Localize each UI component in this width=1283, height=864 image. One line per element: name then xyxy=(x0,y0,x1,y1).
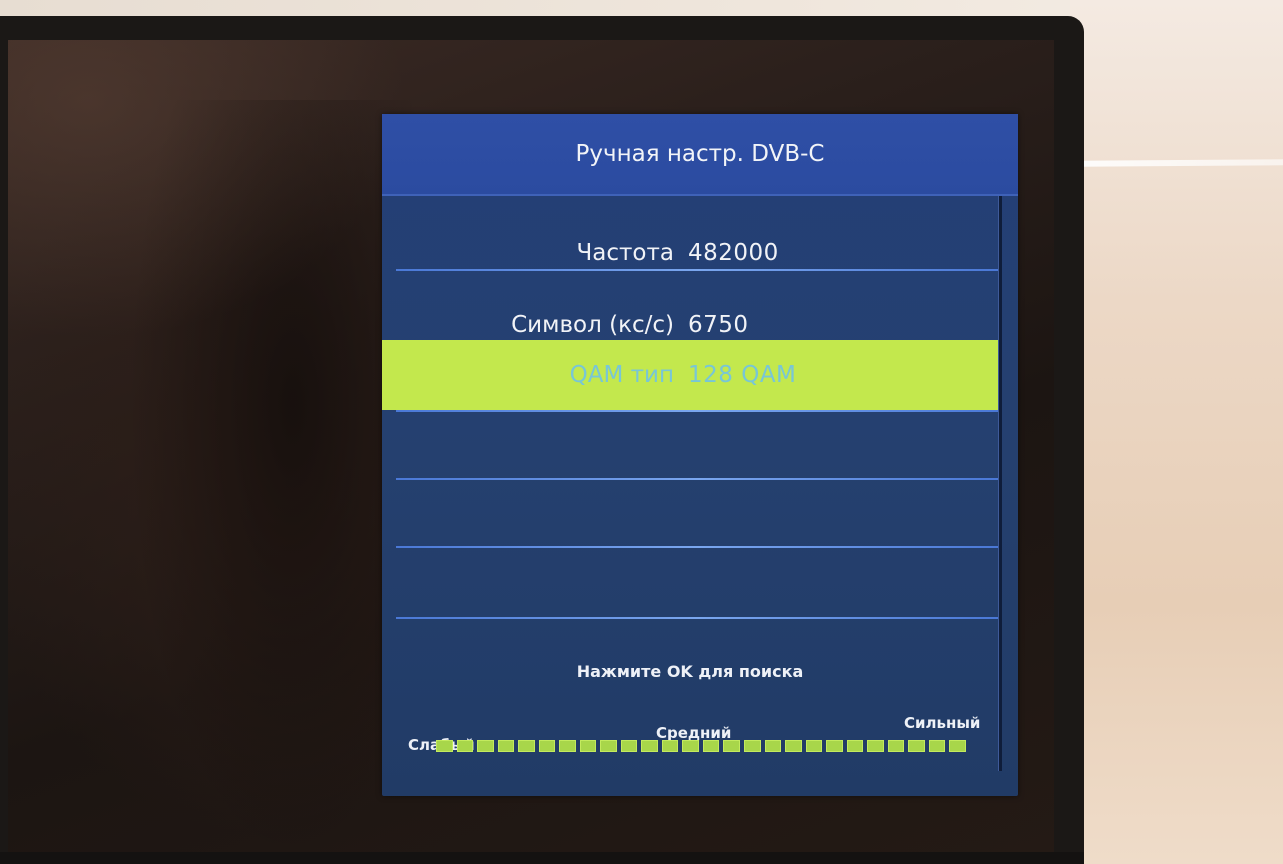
symbol-rate-value[interactable]: 6750 xyxy=(688,312,749,338)
signal-segment xyxy=(785,740,802,752)
signal-segment xyxy=(600,740,617,752)
signal-segment xyxy=(538,740,556,752)
signal-segment xyxy=(477,740,494,752)
frequency-row[interactable]: Частота 482000 xyxy=(382,218,998,288)
signal-segment xyxy=(826,740,843,752)
empty-row xyxy=(382,480,998,550)
dialog-title: Ручная настр. DVB-C xyxy=(382,114,1018,194)
signal-segment xyxy=(764,740,782,752)
symbol-rate-label: Символ (кс/с) xyxy=(511,312,674,338)
signal-segment xyxy=(559,740,576,752)
signal-segment xyxy=(620,740,638,752)
empty-row xyxy=(382,548,998,618)
title-divider xyxy=(382,194,1018,196)
signal-segment xyxy=(641,740,658,752)
row-divider xyxy=(396,617,998,619)
frequency-label: Частота xyxy=(576,240,674,266)
signal-segment xyxy=(805,740,823,752)
empty-row xyxy=(382,412,998,482)
frequency-value[interactable]: 482000 xyxy=(688,240,779,266)
signal-strength-bar xyxy=(436,740,966,754)
signal-segment xyxy=(456,740,474,752)
signal-segment xyxy=(518,740,535,752)
signal-segment xyxy=(846,740,864,752)
manual-tuning-dialog: Ручная настр. DVB-C Частота 482000 Симво… xyxy=(382,114,1018,796)
signal-segment xyxy=(702,740,720,752)
tv-bezel-bottom xyxy=(0,852,1084,864)
qam-type-value[interactable]: 128 QAM xyxy=(688,362,796,388)
wall-background-right xyxy=(1070,0,1283,864)
signal-segment xyxy=(949,740,966,752)
signal-segment xyxy=(723,740,740,752)
signal-segment xyxy=(908,740,925,752)
signal-segment xyxy=(682,740,699,752)
signal-segment xyxy=(661,740,679,752)
signal-segment xyxy=(436,740,453,752)
search-hint: Нажмите OK для поиска xyxy=(576,662,804,681)
scrollbar[interactable] xyxy=(998,196,1002,771)
signal-segment xyxy=(497,740,515,752)
signal-segment xyxy=(887,740,905,752)
signal-segment xyxy=(928,740,946,752)
signal-segment xyxy=(579,740,597,752)
row-divider xyxy=(396,269,998,271)
signal-segment xyxy=(867,740,884,752)
qam-type-row[interactable]: QAM тип 128 QAM xyxy=(382,340,1002,410)
qam-type-label: QAM тип xyxy=(569,362,674,388)
signal-strong-label: Сильный xyxy=(904,714,981,732)
signal-segment xyxy=(743,740,761,752)
screen-glare xyxy=(8,40,408,340)
